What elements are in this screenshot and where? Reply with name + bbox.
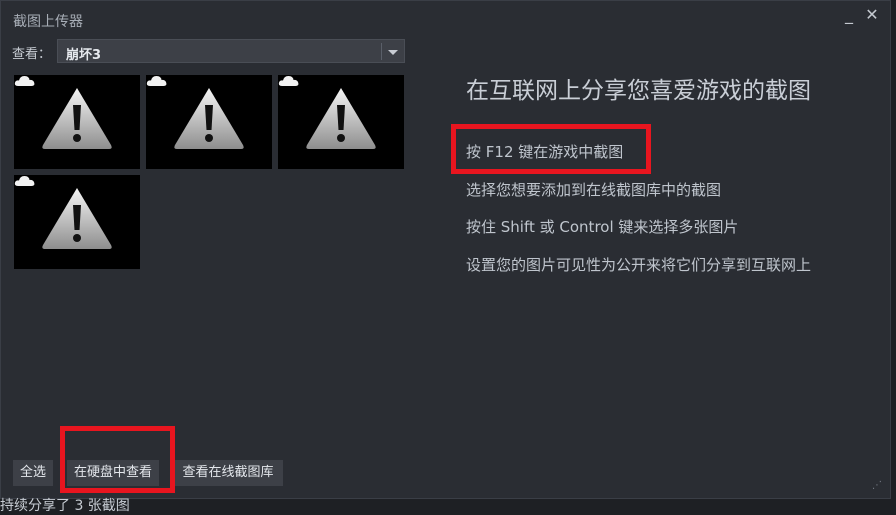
minimize-button[interactable]: _ (840, 6, 858, 24)
screenshot-thumbnail-3[interactable] (278, 75, 404, 169)
chevron-down-icon[interactable] (388, 50, 398, 55)
highlight-box-view-on-disk (60, 426, 175, 493)
cloud-icon (14, 76, 35, 86)
screenshot-thumbnail-4[interactable] (14, 175, 140, 269)
instruction-step-4: 设置您的图片可见性为公开来将它们分享到互联网上 (466, 256, 812, 274)
select-divider (381, 43, 382, 60)
screenshot-thumbnail-2[interactable] (146, 75, 272, 169)
resize-grip-icon[interactable]: ⋰ (872, 480, 882, 491)
select-all-button[interactable]: 全选 (13, 460, 53, 486)
warning-icon (174, 88, 244, 149)
game-select-value: 崩坏3 (66, 48, 102, 63)
cloud-icon (146, 76, 167, 86)
screenshot-uploader-window: 截图上传器 _ ✕ 查看： 崩坏3 在互联网上分享您喜爱游戏的截图 按 F12 … (0, 0, 891, 499)
highlight-box-f12 (451, 124, 651, 174)
window-title: 截图上传器 (13, 14, 83, 30)
view-online-library-button[interactable]: 查看在线截图库 (173, 460, 283, 486)
screenshot-thumbnail-1[interactable] (14, 75, 140, 169)
warning-icon (306, 88, 376, 149)
warning-icon (42, 188, 112, 249)
cloud-icon (278, 76, 299, 86)
title-bar[interactable]: 截图上传器 _ ✕ (1, 1, 890, 37)
instructions-headline: 在互联网上分享您喜爱游戏的截图 (466, 78, 811, 104)
cloud-icon (14, 176, 35, 186)
instruction-step-3: 按住 Shift 或 Control 键来选择多张图片 (466, 218, 739, 236)
instruction-step-2: 选择您想要添加到在线截图库中的截图 (466, 181, 722, 199)
warning-icon (42, 88, 112, 149)
view-label: 查看： (12, 47, 52, 62)
status-text: 持续分享了 3 张截图 (0, 498, 130, 514)
game-select[interactable]: 崩坏3 (57, 39, 405, 63)
close-button[interactable]: ✕ (863, 6, 881, 24)
